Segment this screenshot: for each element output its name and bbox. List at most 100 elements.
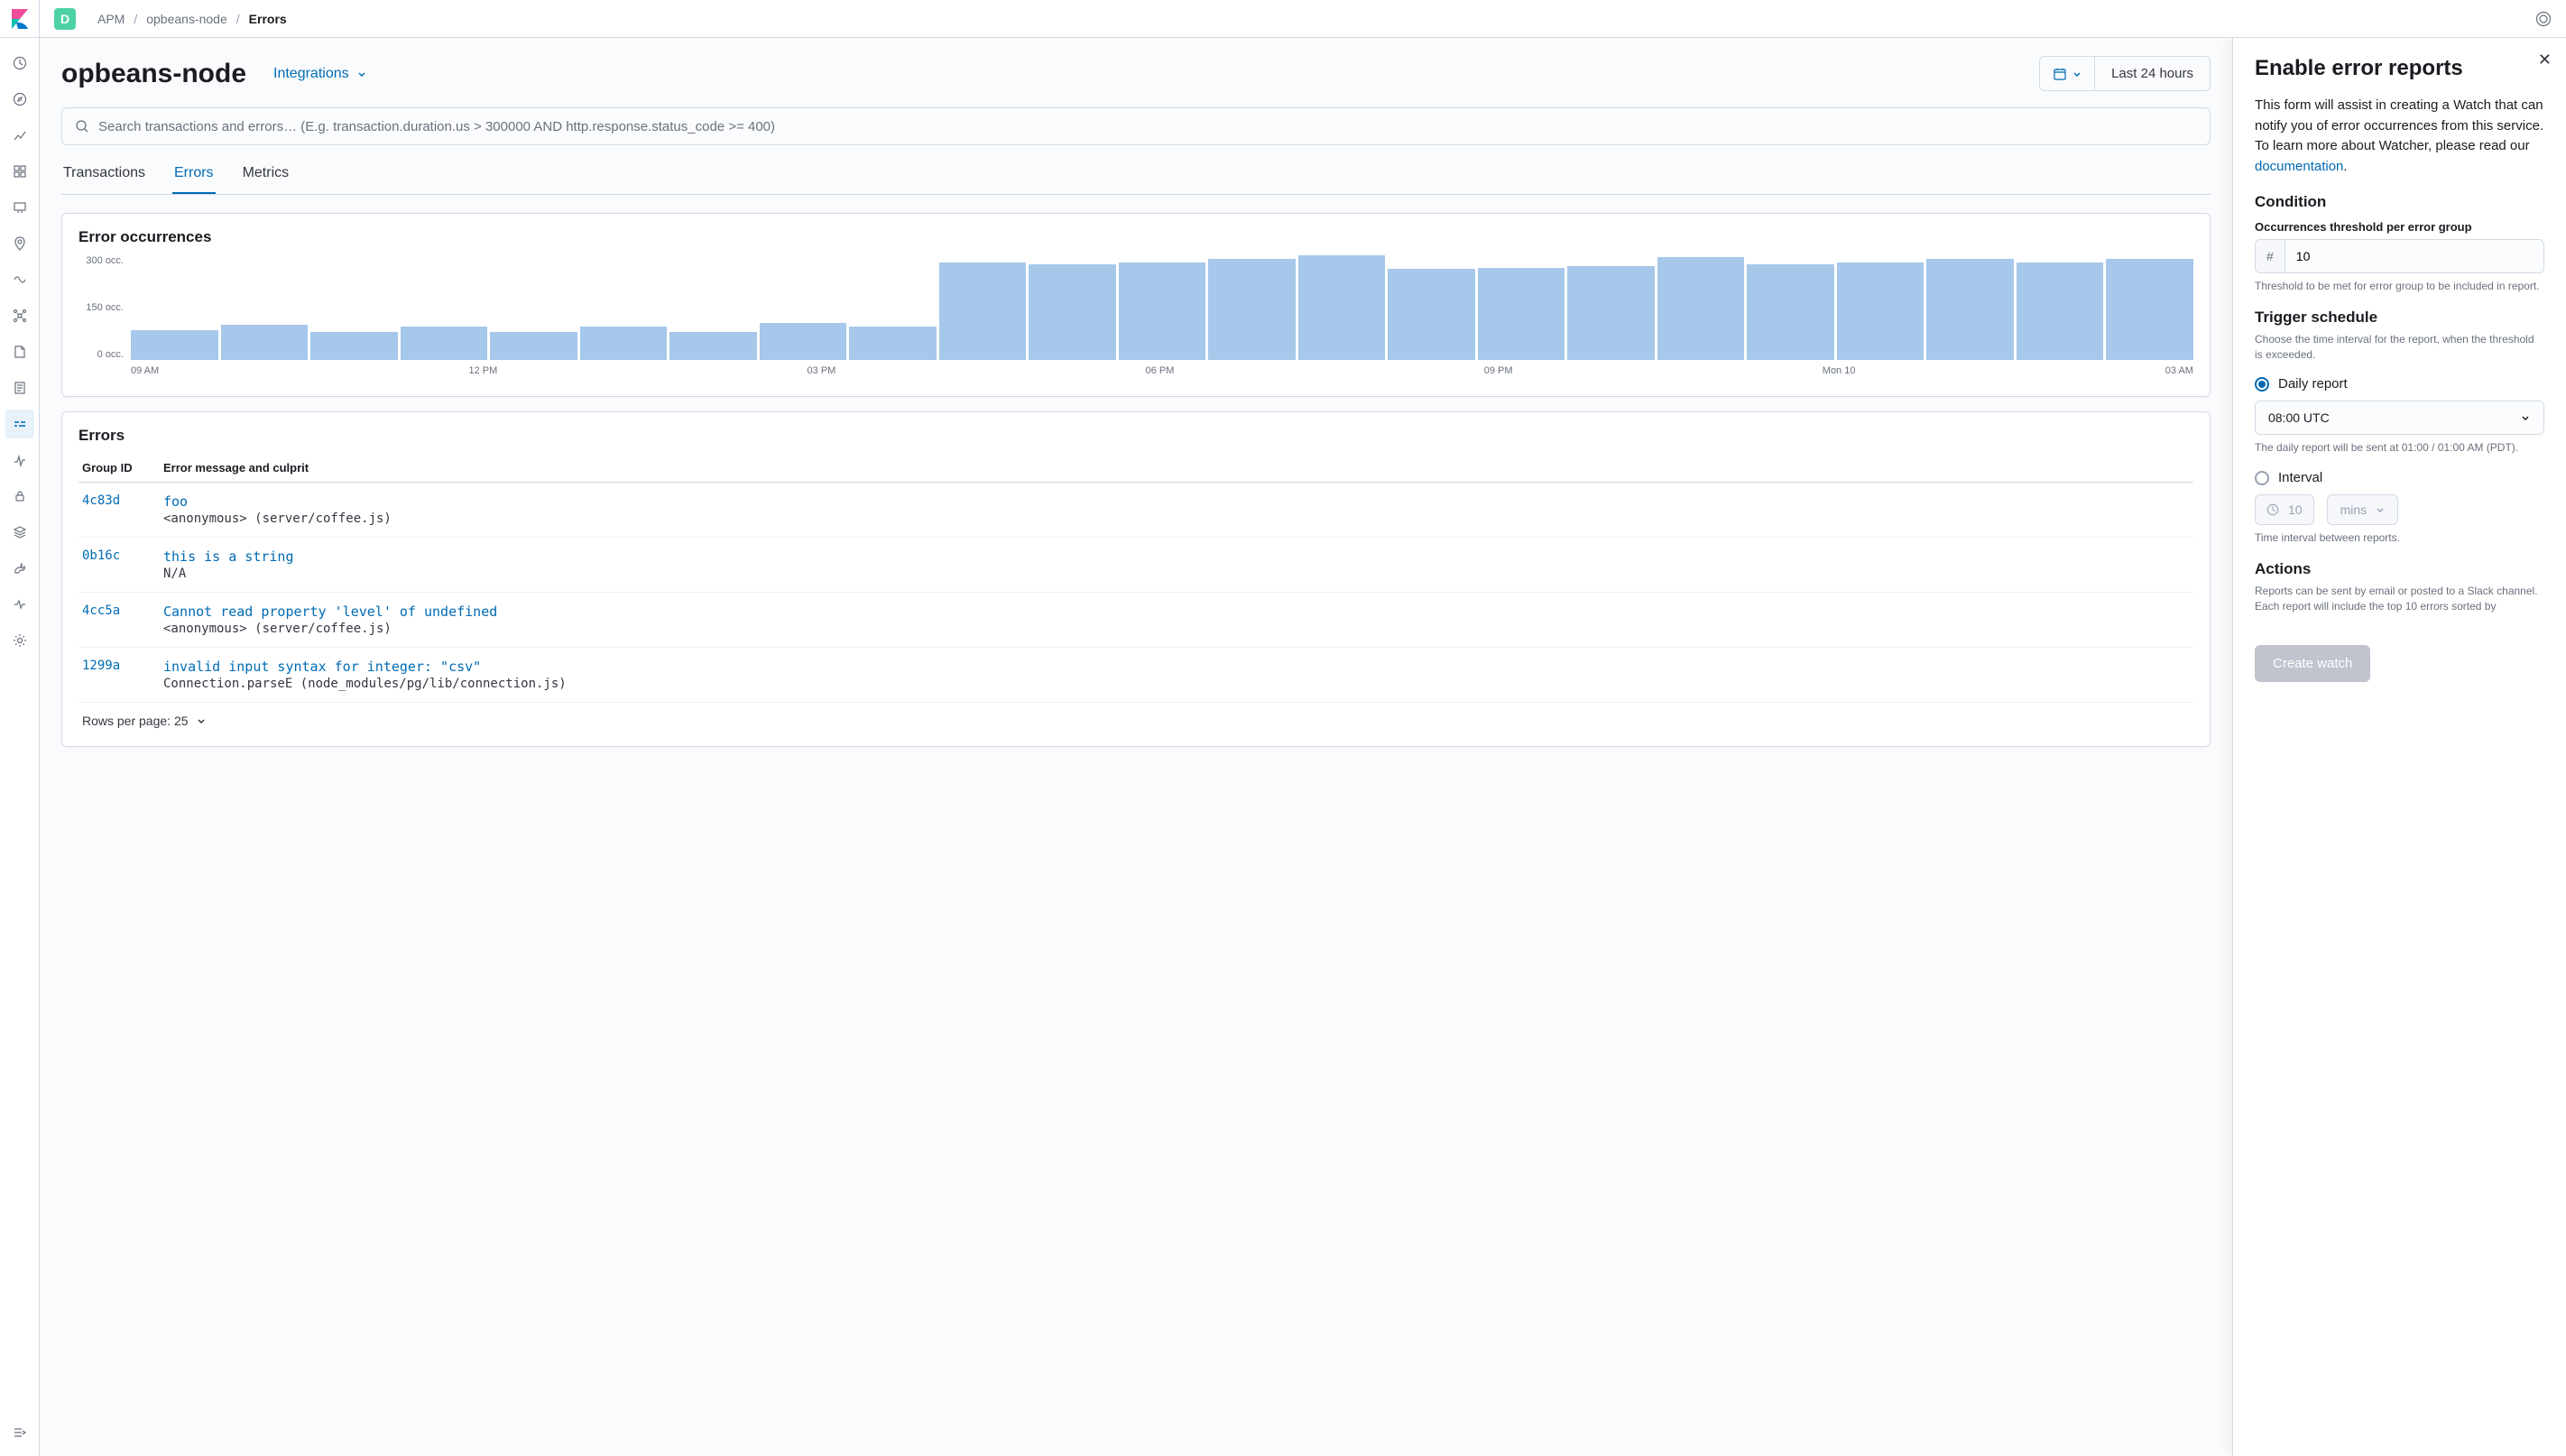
table-row[interactable]: 4cc5aCannot read property 'level' of und… xyxy=(78,593,2193,648)
chart-bar xyxy=(1657,257,1745,360)
chart-bar xyxy=(1478,268,1565,360)
table-row[interactable]: 0b16cthis is a string N/A xyxy=(78,538,2193,593)
management-icon[interactable] xyxy=(5,626,34,655)
flyout-intro: This form will assist in creating a Watc… xyxy=(2255,96,2544,177)
chart-bar xyxy=(1837,263,1924,360)
error-culprit: <anonymous> (server/coffee.js) xyxy=(163,511,2190,526)
condition-heading: Condition xyxy=(2255,193,2544,211)
col-error-msg[interactable]: Error message and culprit xyxy=(163,461,2190,475)
group-id[interactable]: 1299a xyxy=(82,659,163,673)
date-range-picker[interactable]: Last 24 hours xyxy=(2039,56,2211,91)
breadcrumb: APM / opbeans-node / Errors xyxy=(97,12,287,26)
threshold-input[interactable] xyxy=(2285,240,2543,272)
date-range-label[interactable]: Last 24 hours xyxy=(2095,57,2210,90)
dashboard-icon[interactable] xyxy=(5,157,34,186)
chevron-down-icon xyxy=(2520,412,2531,423)
chart-bar xyxy=(1029,264,1116,360)
group-id[interactable]: 4c83d xyxy=(82,493,163,508)
stack-icon[interactable] xyxy=(5,518,34,547)
flyout-title: Enable error reports xyxy=(2255,56,2544,81)
search-bar[interactable] xyxy=(61,107,2211,145)
tab-errors[interactable]: Errors xyxy=(172,156,216,194)
monitoring-icon[interactable] xyxy=(5,590,34,619)
expand-nav-icon[interactable] xyxy=(5,1418,34,1447)
occurrences-chart: 300 occ. 150 occ. 0 occ. 09 AM12 PM03 PM… xyxy=(78,255,2193,382)
dev-tools-icon[interactable] xyxy=(5,554,34,583)
help-icon[interactable] xyxy=(2535,11,2552,27)
tab-metrics[interactable]: Metrics xyxy=(241,156,291,194)
daily-time-select[interactable]: 08:00 UTC xyxy=(2255,401,2544,435)
table-row[interactable]: 1299ainvalid input syntax for integer: "… xyxy=(78,648,2193,703)
chart-bar xyxy=(580,327,668,360)
chart-bar xyxy=(2106,259,2193,360)
chart-bar xyxy=(1208,259,1296,360)
apm-icon[interactable] xyxy=(5,410,34,438)
hash-prefix: # xyxy=(2256,240,2285,272)
create-watch-button[interactable]: Create watch xyxy=(2255,645,2370,682)
space-selector[interactable]: D xyxy=(54,8,76,30)
canvas-icon[interactable] xyxy=(5,193,34,222)
error-message[interactable]: this is a string xyxy=(163,548,2190,565)
ml-icon[interactable] xyxy=(5,265,34,294)
page-title: opbeans-node xyxy=(61,59,246,89)
interval-unit-select: mins xyxy=(2327,494,2399,525)
chart-bar xyxy=(131,330,218,360)
chart-bar xyxy=(939,263,1027,360)
maps-icon[interactable] xyxy=(5,229,34,258)
rows-per-page[interactable]: Rows per page: 25 xyxy=(78,703,2193,732)
threshold-input-group: # xyxy=(2255,239,2544,273)
group-id[interactable]: 4cc5a xyxy=(82,604,163,618)
error-message[interactable]: foo xyxy=(163,493,2190,510)
breadcrumb-service[interactable]: opbeans-node xyxy=(146,12,227,26)
radio-interval[interactable] xyxy=(2255,471,2269,485)
search-icon xyxy=(75,119,89,134)
integrations-dropdown[interactable]: Integrations xyxy=(273,66,367,82)
interval-label: Interval xyxy=(2278,470,2322,485)
daily-help: The daily report will be sent at 01:00 /… xyxy=(2255,440,2544,456)
calendar-button[interactable] xyxy=(2040,57,2095,90)
chart-bar xyxy=(1567,266,1655,360)
daily-radio-row[interactable]: Daily report xyxy=(2255,376,2544,392)
visualize-icon[interactable] xyxy=(5,121,34,150)
documentation-link[interactable]: documentation xyxy=(2255,159,2343,174)
search-input[interactable] xyxy=(98,119,2197,134)
error-culprit: N/A xyxy=(163,567,2190,581)
table-row[interactable]: 4c83dfoo<anonymous> (server/coffee.js) xyxy=(78,483,2193,538)
logs-icon[interactable] xyxy=(5,337,34,366)
breadcrumb-app[interactable]: APM xyxy=(97,12,125,26)
table-header: Group ID Error message and culprit xyxy=(78,454,2193,483)
group-id[interactable]: 0b16c xyxy=(82,548,163,563)
col-group-id[interactable]: Group ID xyxy=(82,461,163,475)
enable-reports-flyout: ✕ Enable error reports This form will as… xyxy=(2232,38,2566,1456)
chart-bar xyxy=(401,327,488,360)
infrastructure-icon[interactable] xyxy=(5,301,34,330)
interval-help: Time interval between reports. xyxy=(2255,530,2544,546)
trigger-help: Choose the time interval for the report,… xyxy=(2255,332,2544,363)
uptime-icon[interactable] xyxy=(5,446,34,475)
calendar-icon xyxy=(2053,67,2067,81)
siem-icon[interactable] xyxy=(5,482,34,511)
threshold-label: Occurrences threshold per error group xyxy=(2255,220,2544,234)
error-message[interactable]: invalid input syntax for integer: "csv" xyxy=(163,659,2190,675)
tab-transactions[interactable]: Transactions xyxy=(61,156,147,194)
threshold-help: Threshold to be met for error group to b… xyxy=(2255,279,2544,294)
chart-bar xyxy=(310,332,398,360)
top-bar: D APM / opbeans-node / Errors xyxy=(40,0,2566,38)
discover-icon[interactable] xyxy=(5,85,34,114)
trigger-heading: Trigger schedule xyxy=(2255,309,2544,327)
chevron-down-icon xyxy=(2376,505,2385,514)
chart-bar xyxy=(760,323,847,360)
radio-daily[interactable] xyxy=(2255,377,2269,392)
recent-icon[interactable] xyxy=(5,49,34,78)
error-message[interactable]: Cannot read property 'level' of undefine… xyxy=(163,604,2190,620)
interval-radio-row[interactable]: Interval xyxy=(2255,470,2544,485)
notes-icon[interactable] xyxy=(5,373,34,402)
error-culprit: <anonymous> (server/coffee.js) xyxy=(163,622,2190,636)
chart-bar xyxy=(669,332,757,360)
chevron-down-icon xyxy=(356,69,367,79)
close-icon[interactable]: ✕ xyxy=(2538,51,2552,69)
chevron-down-icon xyxy=(196,715,207,726)
kibana-logo[interactable] xyxy=(0,0,40,38)
chart-bar xyxy=(849,327,937,360)
clock-icon xyxy=(2266,503,2279,516)
